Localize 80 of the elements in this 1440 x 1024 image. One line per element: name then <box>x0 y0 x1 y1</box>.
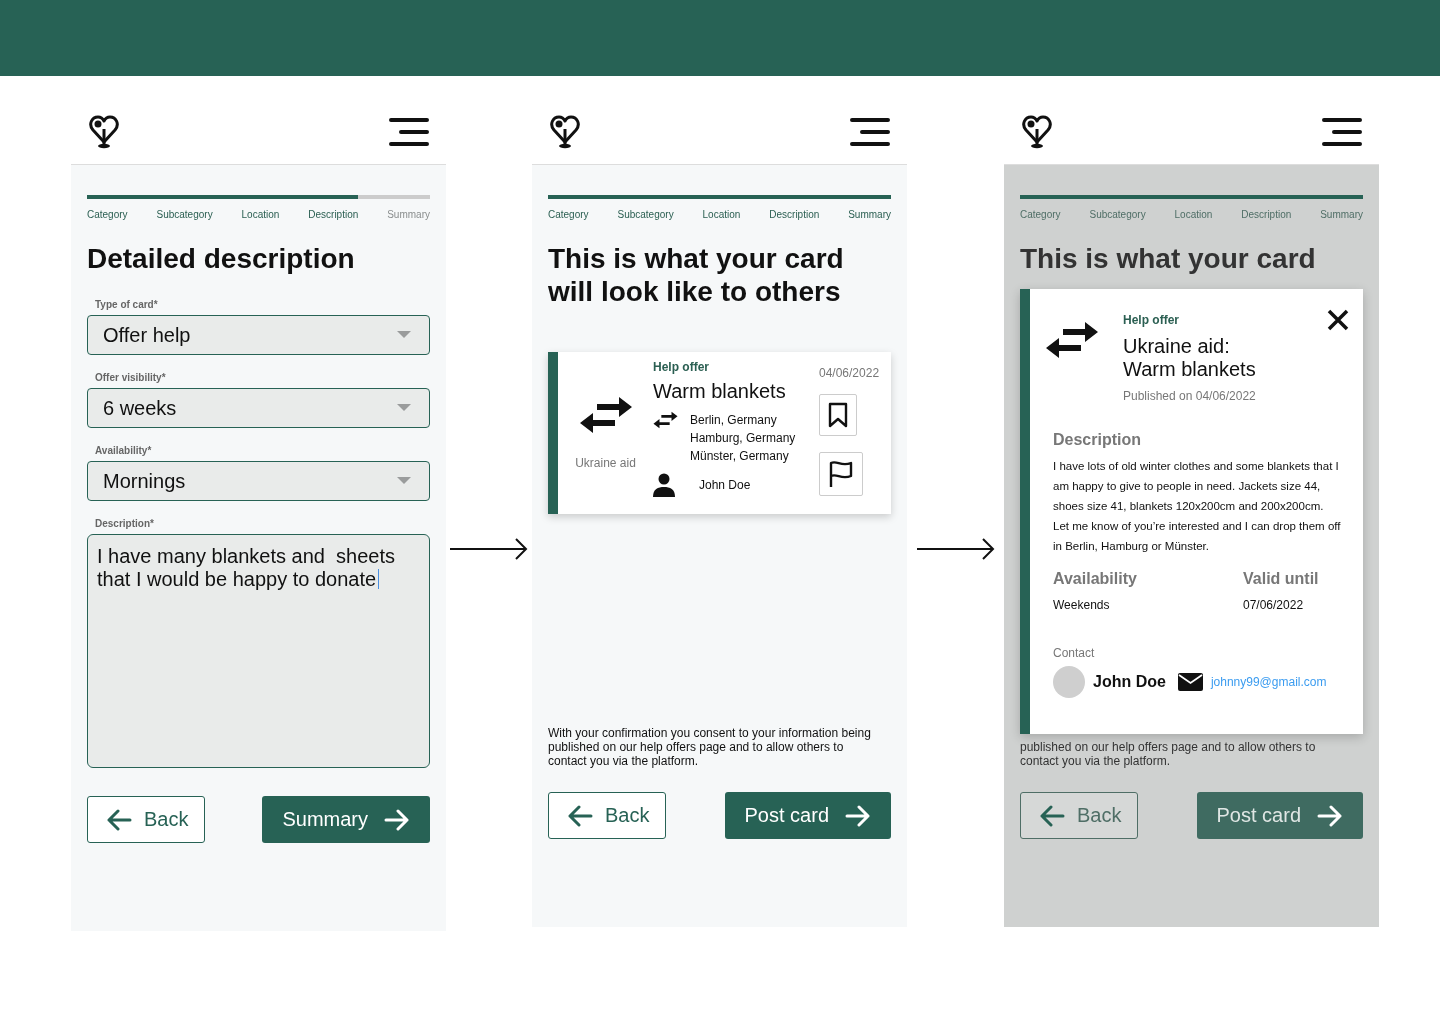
logo-icon[interactable] <box>550 115 580 149</box>
flag-icon <box>828 460 854 488</box>
swap-arrows-icon <box>653 411 678 429</box>
card-date: 04/06/2022 <box>819 366 880 380</box>
arrow-right-icon <box>845 804 871 827</box>
description-text: Let me know of you’re interested and I can drop them off in Berlin, Hamburg or Münster. <box>1053 519 1342 554</box>
card-type: Help offer <box>1123 313 1180 327</box>
published-date: Published on 04/06/2022 <box>1123 389 1256 403</box>
swap-arrows-icon <box>578 396 633 434</box>
arrow-left-icon <box>567 804 593 827</box>
step-label[interactable]: Description <box>308 209 359 220</box>
back-button[interactable]: Back <box>1020 792 1138 839</box>
contact-name: John Doe <box>1093 673 1166 691</box>
caret-icon <box>397 331 411 339</box>
card-type: Help offer <box>653 360 710 374</box>
mail-icon <box>1177 673 1203 691</box>
step-label[interactable]: Location <box>1174 209 1213 220</box>
next-button[interactable]: Summary <box>262 796 430 843</box>
step-label[interactable]: Subcategory <box>617 209 674 220</box>
back-button[interactable]: Back <box>548 792 666 839</box>
next-button[interactable]: Post card <box>724 792 891 839</box>
arrow-right-icon <box>384 808 410 831</box>
step-label[interactable]: Description <box>769 209 820 220</box>
detail-value: Weekends <box>1053 598 1111 612</box>
step-label[interactable]: Summary <box>848 209 891 220</box>
page-title: This is what your card <box>1020 242 1317 275</box>
contact-label: Contact <box>1053 646 1096 660</box>
step-label[interactable]: Location <box>702 209 741 220</box>
logo-icon[interactable] <box>89 115 119 149</box>
section-heading: Availability <box>1053 570 1138 588</box>
caret-icon <box>397 404 411 412</box>
next-button[interactable]: Post card <box>1196 792 1363 839</box>
arrow-left-icon <box>106 808 132 831</box>
text-area[interactable]: I have many blankets and sheets that I would be happy to donate <box>87 534 430 768</box>
preview-card[interactable]: Ukraine aid Help offer Warm blankets Berlin, Germany Hamburg, Germany Münster, Germany John Doe 04/06/2022 <box>548 352 891 514</box>
close-icon <box>1327 309 1349 331</box>
caret-icon <box>397 477 411 485</box>
section-heading: Valid until <box>1243 570 1320 588</box>
page-title: This is what your card will look like to others <box>548 242 845 308</box>
report-button[interactable] <box>819 452 863 496</box>
dropdown-field[interactable]: Mornings <box>87 461 430 501</box>
field-label: Description* <box>95 518 155 529</box>
step-label[interactable]: Category <box>548 209 589 220</box>
step-label[interactable]: Subcategory <box>156 209 213 220</box>
card-title: Warm blankets <box>653 380 787 403</box>
menu-icon[interactable] <box>1322 118 1362 146</box>
arrow-right-icon <box>1317 804 1343 827</box>
field-label: Offer visibility* <box>95 372 167 383</box>
arrow-left-icon <box>1039 804 1065 827</box>
swap-arrows-icon <box>1045 321 1099 359</box>
author-name: John Doe <box>699 478 751 492</box>
bookmark-icon <box>828 402 848 428</box>
category-text: Ukraine aid <box>575 456 636 470</box>
detail-value: 07/06/2022 <box>1243 598 1305 612</box>
step-label[interactable]: Subcategory <box>1089 209 1146 220</box>
card-title: Ukraine aid: Warm blankets <box>1123 335 1256 381</box>
location-text: Hamburg, Germany <box>690 430 796 447</box>
description-text: I have lots of old winter clothes and some blankets that I am happy to give to people in need. Jackets size 44, shoes size 41, blankets 120x200cm and 200x200cm. <box>1053 459 1340 514</box>
page-title: Detailed description <box>87 242 356 275</box>
bookmark-button[interactable] <box>819 394 857 436</box>
field-label: Type of card* <box>95 299 159 310</box>
step-label[interactable]: Category <box>1020 209 1061 220</box>
person-icon <box>653 473 675 497</box>
field-label: Availability* <box>95 445 153 456</box>
dropdown-field[interactable]: Offer help <box>87 315 430 355</box>
avatar <box>1053 666 1085 698</box>
dropdown-field[interactable]: 6 weeks <box>87 388 430 428</box>
step-label[interactable]: Category <box>87 209 128 220</box>
location-text: Münster, Germany <box>690 448 790 465</box>
logo-icon[interactable] <box>1022 115 1052 149</box>
back-button[interactable]: Back <box>87 796 205 843</box>
location-text: Berlin, Germany <box>690 412 778 429</box>
section-heading: Description <box>1053 431 1142 449</box>
consent-text: published on our help offers page and to allow others to contact you via the platform. <box>1020 740 1317 768</box>
menu-icon[interactable] <box>850 118 890 146</box>
step-label[interactable]: Description <box>1241 209 1292 220</box>
step-label[interactable]: Location <box>241 209 280 220</box>
menu-icon[interactable] <box>389 118 429 146</box>
step-label[interactable]: Summary <box>1320 209 1363 220</box>
consent-text: With your confirmation you consent to your information being published on our help offers page and to allow others to contact you via the platform. <box>548 726 872 768</box>
